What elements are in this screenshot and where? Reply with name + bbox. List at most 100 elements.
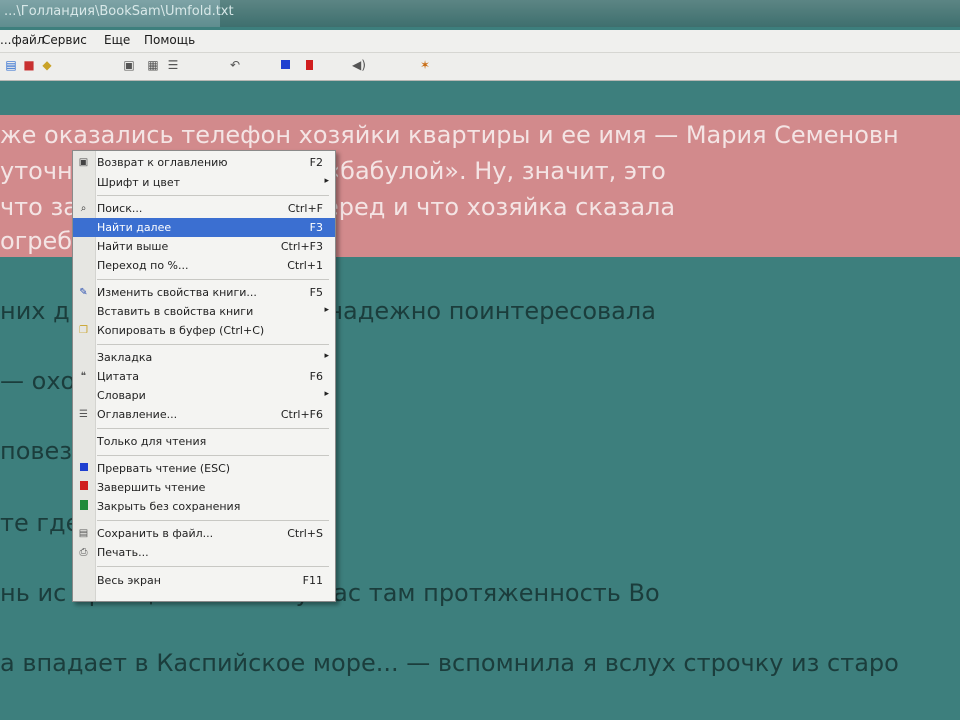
menu-item-find-next[interactable]: Найти далее F3 bbox=[73, 218, 335, 237]
menu-item-search[interactable]: ⌕ Поиск... Ctrl+F bbox=[73, 199, 335, 218]
menu-item-label: Сохранить в файл... bbox=[97, 527, 214, 540]
green-square bbox=[79, 500, 88, 510]
text-line: огреб bbox=[0, 227, 73, 255]
menu-item-shortcut: F11 bbox=[302, 574, 323, 587]
menu-item-edit-properties[interactable]: ✎ Изменить свойства книги... F5 bbox=[73, 283, 335, 302]
menu-item-find-prev[interactable]: Найти выше Ctrl+F3 bbox=[73, 237, 335, 256]
close-green-icon bbox=[77, 500, 90, 513]
color-blue-icon[interactable] bbox=[278, 58, 292, 72]
red-square bbox=[79, 481, 88, 490]
menu-separator bbox=[97, 195, 329, 196]
menu-item-read-only[interactable]: Только для чтения bbox=[73, 432, 335, 451]
submenu-arrow-icon: ▸ bbox=[324, 351, 329, 361]
menu-item-pause-reading[interactable]: Прервать чтение (ESC) bbox=[73, 459, 335, 478]
menu-help[interactable]: Помощь bbox=[144, 33, 195, 47]
copy-icon: ❐ bbox=[79, 325, 88, 336]
menu-item-toc[interactable]: ☰ Оглавление... Ctrl+F6 bbox=[73, 405, 335, 424]
menu-item-label: Поиск... bbox=[97, 202, 143, 215]
pin-icon[interactable]: ✶ bbox=[418, 58, 432, 72]
menu-item-return-toc[interactable]: ▣ Возврат к оглавлению F2 bbox=[73, 153, 335, 172]
menu-item-close-no-save[interactable]: Закрыть без сохранения bbox=[73, 497, 335, 516]
save-icon[interactable]: ■ bbox=[22, 58, 36, 72]
menu-item-label: Найти далее bbox=[97, 221, 172, 234]
menu-item-print[interactable]: ⎙ Печать... bbox=[73, 543, 335, 562]
return-icon: ▣ bbox=[78, 157, 89, 168]
menu-item-label: Закладка bbox=[97, 351, 153, 364]
menu-item-shortcut: F6 bbox=[309, 370, 323, 383]
menu-item-label: Изменить свойства книги... bbox=[97, 286, 257, 299]
menu-item-finish-reading[interactable]: Завершить чтение bbox=[73, 478, 335, 497]
save-icon: ▤ bbox=[78, 528, 89, 539]
bookmark-icon[interactable]: ◆ bbox=[40, 58, 54, 72]
menu-item-quote[interactable]: ❝ Цитата F6 bbox=[73, 367, 335, 386]
menu-separator bbox=[97, 279, 329, 280]
stop-blue-icon bbox=[77, 462, 90, 475]
text-line: же оказались телефон хозяйки квартиры и … bbox=[0, 121, 899, 149]
menu-separator bbox=[97, 520, 329, 521]
window-title: ...\Голландия\BookSam\Umfold.txt bbox=[4, 4, 234, 19]
blue-swatch bbox=[280, 60, 290, 69]
menu-item-shortcut: Ctrl+1 bbox=[287, 259, 323, 272]
menu-item-shortcut: Ctrl+S bbox=[287, 527, 323, 540]
toc-icon: ☰ bbox=[79, 409, 88, 420]
menu-item-insert-properties[interactable]: Вставить в свойства книги ▸ bbox=[73, 302, 335, 321]
search-icon: ⌕ bbox=[80, 203, 87, 214]
menu-item-shortcut: Ctrl+F6 bbox=[280, 408, 323, 421]
menu-item-label: Найти выше bbox=[97, 240, 169, 253]
blue-square bbox=[79, 463, 88, 471]
edit-icon: ✎ bbox=[79, 287, 88, 298]
menu-separator bbox=[97, 344, 329, 345]
menu-item-bookmark[interactable]: Закладка ▸ bbox=[73, 348, 335, 367]
menu-item-shortcut: F2 bbox=[309, 156, 323, 169]
context-menu: ▣ Возврат к оглавлению F2 Шрифт и цвет ▸… bbox=[72, 150, 336, 602]
menu-item-save-file[interactable]: ▤ Сохранить в файл... Ctrl+S bbox=[73, 524, 335, 543]
stop-red-icon bbox=[77, 481, 90, 494]
menu-item-label: Возврат к оглавлению bbox=[97, 156, 228, 169]
menu-item-label: Только для чтения bbox=[97, 435, 207, 448]
title-bar: ...\Голландия\BookSam\Umfold.txt bbox=[0, 0, 960, 27]
print-icon: ⎙ bbox=[79, 547, 88, 558]
menu-item-label: Прервать чтение (ESC) bbox=[97, 462, 231, 475]
menu-item-label: Печать... bbox=[97, 546, 149, 559]
menu-item-label: Вставить в свойства книги bbox=[97, 305, 254, 318]
toolbar: ▤ ■ ◆ ▣ ▦ ☰ ↶ ◀) ✶ bbox=[0, 53, 960, 81]
quote-icon: ❝ bbox=[80, 371, 87, 382]
menu-item-fullscreen[interactable]: Весь экран F11 bbox=[73, 571, 335, 590]
menu-item-label: Весь экран bbox=[97, 574, 161, 587]
page-icon[interactable]: ▣ bbox=[122, 58, 136, 72]
red-swatch bbox=[305, 60, 313, 70]
menu-service[interactable]: Сервис bbox=[42, 33, 87, 47]
menu-item-label: Завершить чтение bbox=[97, 481, 206, 494]
open-icon[interactable]: ▤ bbox=[4, 58, 18, 72]
color-red-icon[interactable] bbox=[302, 58, 316, 72]
menu-item-shortcut: F3 bbox=[309, 221, 323, 234]
menu-item-shortcut: Ctrl+F3 bbox=[280, 240, 323, 253]
menu-item-font-color[interactable]: Шрифт и цвет ▸ bbox=[73, 173, 335, 192]
submenu-arrow-icon: ▸ bbox=[324, 176, 329, 186]
menu-item-label: Закрыть без сохранения bbox=[97, 500, 241, 513]
back-icon[interactable]: ↶ bbox=[228, 58, 242, 72]
submenu-arrow-icon: ▸ bbox=[324, 305, 329, 315]
menu-item-label: Цитата bbox=[97, 370, 139, 383]
submenu-arrow-icon: ▸ bbox=[324, 389, 329, 399]
text-line: повез bbox=[0, 437, 73, 465]
menu-item-shortcut: F5 bbox=[309, 286, 323, 299]
menu-separator bbox=[97, 566, 329, 567]
menu-separator bbox=[97, 455, 329, 456]
menu-item-label: Копировать в буфер (Ctrl+C) bbox=[97, 324, 265, 337]
text-line: а впадает в Каспийское море... — вспомни… bbox=[0, 649, 899, 677]
menu-bar: ...файл Сервис Еще Помощь bbox=[0, 30, 960, 53]
menu-separator bbox=[97, 428, 329, 429]
menu-item-label: Оглавление... bbox=[97, 408, 178, 421]
menu-item-goto-percent[interactable]: Переход по %... Ctrl+1 bbox=[73, 256, 335, 275]
menu-more[interactable]: Еще bbox=[104, 33, 130, 47]
menu-item-dictionaries[interactable]: Словари ▸ bbox=[73, 386, 335, 405]
menu-item-shortcut: Ctrl+F bbox=[287, 202, 323, 215]
list-icon[interactable]: ☰ bbox=[166, 58, 180, 72]
speaker-icon[interactable]: ◀) bbox=[352, 58, 366, 72]
menu-item-label: Переход по %... bbox=[97, 259, 189, 272]
menu-item-label: Словари bbox=[97, 389, 146, 402]
menu-item-copy[interactable]: ❐ Копировать в буфер (Ctrl+C) bbox=[73, 321, 335, 340]
menu-file[interactable]: ...файл bbox=[0, 33, 45, 47]
doc-icon[interactable]: ▦ bbox=[146, 58, 160, 72]
